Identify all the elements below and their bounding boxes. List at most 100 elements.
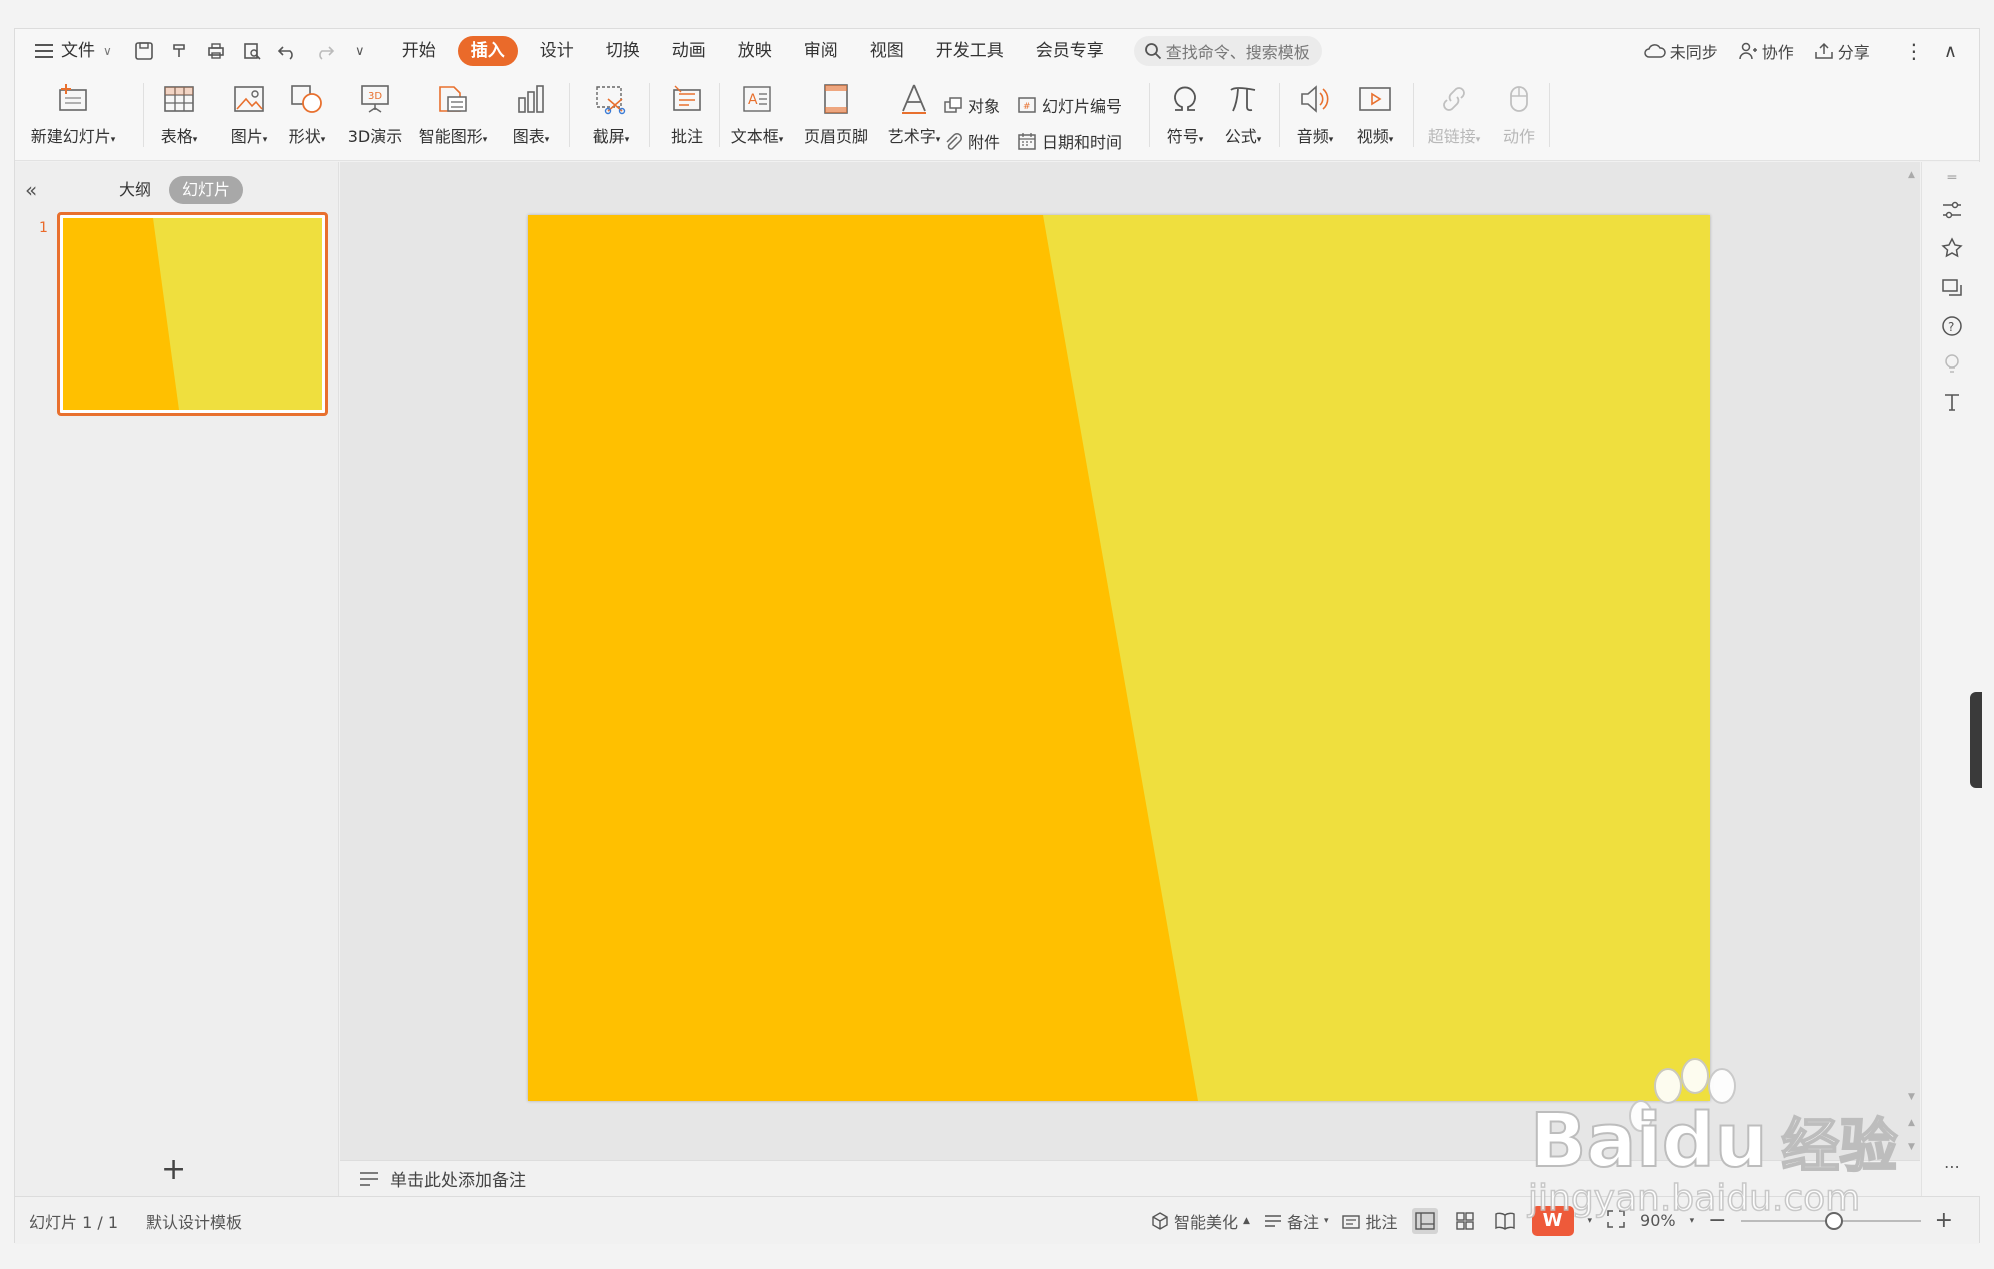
notes-pane[interactable]: 单击此处添加备注 bbox=[340, 1160, 1920, 1196]
search-icon bbox=[1144, 43, 1161, 60]
zoom-in-icon[interactable]: + bbox=[1935, 1208, 1953, 1233]
collaborate-button[interactable]: 协作 bbox=[1730, 39, 1802, 63]
slide-sorter-view-button[interactable] bbox=[1452, 1208, 1478, 1234]
shape-button[interactable]: 形状▾ bbox=[277, 73, 337, 161]
tab-design[interactable]: 设计 bbox=[524, 36, 590, 66]
tab-home[interactable]: 开始 bbox=[386, 36, 452, 66]
sync-status-button[interactable]: 未同步 bbox=[1636, 39, 1726, 63]
collapse-panel-icon[interactable]: « bbox=[25, 178, 37, 202]
previous-slide-icon[interactable]: ▲ bbox=[1908, 1118, 1915, 1128]
tab-transitions[interactable]: 切换 bbox=[590, 36, 656, 66]
slide-number-label: 幻灯片编号 bbox=[1042, 97, 1123, 116]
symbol-button[interactable]: 符号▾ bbox=[1155, 73, 1215, 161]
textbox-icon: A bbox=[737, 79, 777, 119]
tab-review[interactable]: 审阅 bbox=[788, 36, 854, 66]
star-icon[interactable] bbox=[1938, 234, 1966, 262]
table-button[interactable]: 表格▾ bbox=[149, 73, 209, 161]
tab-view[interactable]: 视图 bbox=[854, 36, 920, 66]
undo-icon[interactable] bbox=[277, 40, 299, 62]
template-name[interactable]: 默认设计模板 bbox=[146, 1209, 242, 1233]
properties-icon[interactable] bbox=[1938, 196, 1966, 224]
svg-text:#: # bbox=[1023, 102, 1031, 112]
smartart-button[interactable]: 智能图形▾ bbox=[413, 73, 493, 161]
formula-button[interactable]: 公式▾ bbox=[1213, 73, 1273, 161]
zoom-level[interactable]: 90% bbox=[1640, 1211, 1676, 1230]
fit-window-icon[interactable] bbox=[1606, 1209, 1626, 1233]
comment-button[interactable]: 批注 bbox=[657, 73, 717, 161]
datetime-button[interactable]: 日期和时间 bbox=[1017, 129, 1122, 153]
zoom-slider-knob[interactable] bbox=[1824, 1211, 1843, 1230]
audio-button[interactable]: 音频▾ bbox=[1285, 73, 1345, 161]
redo-icon[interactable] bbox=[313, 40, 335, 62]
scroll-up-icon[interactable]: ▲ bbox=[1908, 170, 1915, 180]
command-search-input[interactable]: 查找命令、搜索模板 bbox=[1133, 36, 1322, 66]
action-button[interactable]: 动作 bbox=[1489, 73, 1549, 161]
more-panes-icon[interactable]: ⋯ bbox=[1938, 1152, 1966, 1180]
new-slide-button[interactable]: 新建幻灯片▾ bbox=[27, 73, 119, 161]
print-icon[interactable] bbox=[205, 40, 227, 62]
screenshot-button[interactable]: 截屏▾ bbox=[581, 73, 641, 161]
lightbulb-icon[interactable] bbox=[1938, 350, 1966, 378]
collapse-ribbon-icon[interactable]: ∧ bbox=[1936, 41, 1965, 62]
attachment-button[interactable]: 附件 bbox=[943, 129, 1000, 153]
save-icon[interactable] bbox=[133, 40, 155, 62]
zoom-slider[interactable] bbox=[1740, 1211, 1921, 1230]
object-button[interactable]: 对象 bbox=[943, 93, 1000, 117]
floating-widget-handle[interactable] bbox=[1970, 692, 1982, 788]
current-slide[interactable] bbox=[528, 215, 1710, 1101]
new-slide-icon bbox=[53, 79, 93, 119]
chart-button[interactable]: 图表▾ bbox=[501, 73, 561, 161]
help-icon[interactable]: ? bbox=[1938, 312, 1966, 340]
datetime-label: 日期和时间 bbox=[1042, 133, 1123, 152]
file-menu-button[interactable]: 文件 ∨ bbox=[15, 36, 126, 66]
scroll-down-icon[interactable]: ▼ bbox=[1908, 1092, 1915, 1102]
tab-member[interactable]: 会员专享 bbox=[1020, 36, 1120, 66]
next-slide-icon[interactable]: ▼ bbox=[1908, 1142, 1915, 1152]
more-options-icon[interactable]: ⋮ bbox=[1896, 39, 1932, 63]
tab-developer[interactable]: 开发工具 bbox=[920, 36, 1020, 66]
slide-thumbnail[interactable] bbox=[57, 212, 328, 416]
reading-view-button[interactable] bbox=[1492, 1208, 1518, 1234]
format-painter-icon[interactable] bbox=[169, 40, 191, 62]
notes-toggle-button[interactable]: 备注 ▾ bbox=[1264, 1209, 1329, 1233]
tab-slides[interactable]: 幻灯片 bbox=[169, 176, 244, 204]
video-button[interactable]: 视频▾ bbox=[1345, 73, 1405, 161]
tab-insert[interactable]: 插入 bbox=[457, 36, 518, 66]
chevron-down-icon: ▾ bbox=[1323, 1215, 1329, 1226]
customize-toolbar-icon[interactable]: ∨ bbox=[349, 40, 371, 62]
text-format-icon[interactable] bbox=[1938, 388, 1966, 416]
picture-button[interactable]: 图片▾ bbox=[219, 73, 279, 161]
textbox-label: 文本框▾ bbox=[730, 127, 784, 146]
wps-play-logo[interactable]: W bbox=[1531, 1205, 1574, 1236]
tab-outline[interactable]: 大纲 bbox=[119, 176, 151, 204]
share-button[interactable]: 分享 bbox=[1806, 39, 1878, 63]
smart-beautify-label: 智能美化 bbox=[1174, 1212, 1239, 1232]
tab-animations[interactable]: 动画 bbox=[656, 36, 722, 66]
notes-list-icon bbox=[1264, 1214, 1281, 1227]
menu-bar: 文件 ∨ ∨ 开始 插入 设计 切换 动画 放映 审阅 视图 开发工具 会员专享 bbox=[15, 29, 1979, 73]
notes-icon bbox=[360, 1171, 378, 1186]
normal-view-button[interactable] bbox=[1411, 1207, 1438, 1234]
smart-beautify-button[interactable]: 智能美化 ▲ bbox=[1151, 1209, 1250, 1233]
share-icon bbox=[1815, 42, 1833, 59]
grid-icon bbox=[1455, 1211, 1474, 1230]
paperclip-icon bbox=[946, 133, 962, 150]
vertical-scrollbar[interactable]: ▲ ▼ ▲ ▼ bbox=[1905, 162, 1921, 1160]
zoom-chevron-icon[interactable]: ▾ bbox=[1690, 1216, 1695, 1226]
comments-toggle-button[interactable]: 批注 bbox=[1342, 1209, 1398, 1233]
textbox-button[interactable]: A 文本框▾ bbox=[725, 73, 789, 161]
zoom-out-icon[interactable]: − bbox=[1708, 1208, 1726, 1233]
play-options-chevron-icon[interactable]: ▾ bbox=[1588, 1216, 1593, 1226]
slide-switch-icon[interactable] bbox=[1938, 274, 1966, 302]
3d-demo-icon: 3D bbox=[355, 79, 395, 119]
wordart-button[interactable]: 艺术字▾ bbox=[879, 73, 949, 161]
3d-demo-button[interactable]: 3D 3D演示 bbox=[343, 73, 407, 161]
tab-slideshow[interactable]: 放映 bbox=[722, 36, 788, 66]
print-preview-icon[interactable] bbox=[241, 40, 263, 62]
hyperlink-button[interactable]: 超链接▾ bbox=[1419, 73, 1489, 161]
ribbon-divider bbox=[1549, 83, 1550, 147]
add-slide-icon[interactable]: + bbox=[161, 1152, 186, 1187]
header-footer-button[interactable]: 页眉页脚 bbox=[801, 73, 871, 161]
new-slide-label: 新建幻灯片▾ bbox=[30, 127, 116, 146]
slide-number-button[interactable]: # 幻灯片编号 bbox=[1017, 93, 1122, 117]
